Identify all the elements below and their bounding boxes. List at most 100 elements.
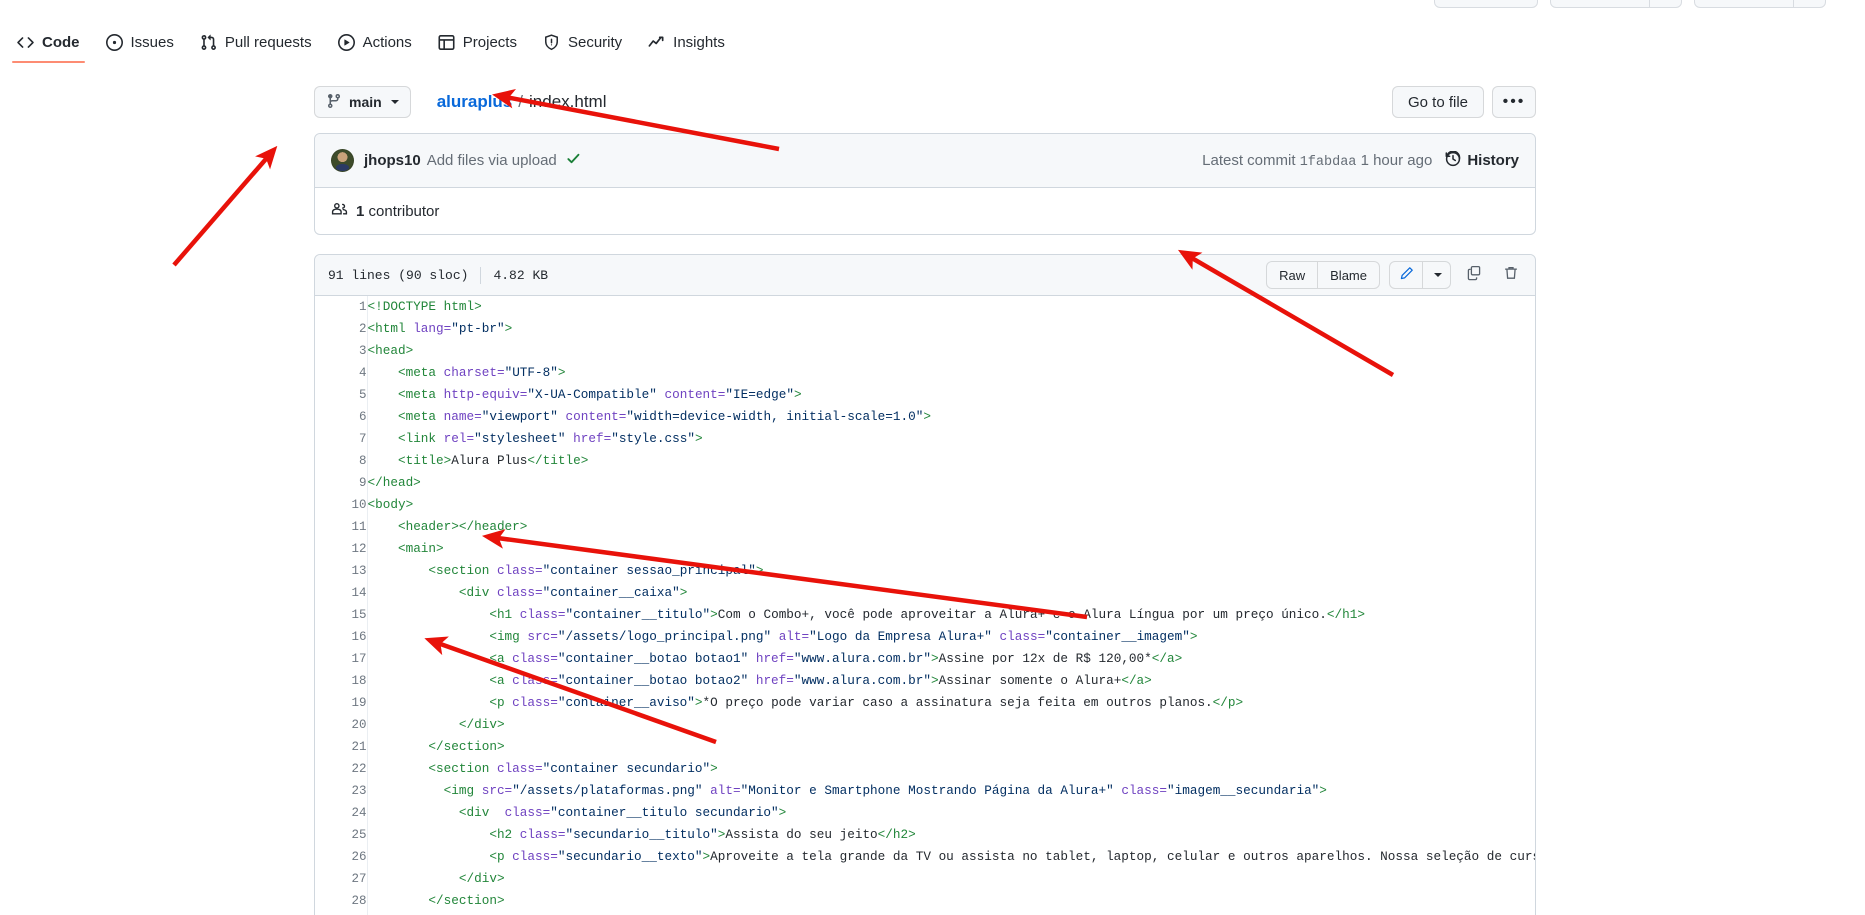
- code-line: 18 <a class="container__botao botao2" hr…: [315, 670, 1535, 692]
- line-content: </head>: [367, 475, 421, 490]
- line-number[interactable]: 7: [315, 428, 368, 450]
- line-number[interactable]: 12: [315, 538, 368, 560]
- nav-tab-actions[interactable]: Actions: [325, 26, 425, 59]
- line-number[interactable]: 8: [315, 450, 368, 472]
- file-size: 4.82 KB: [493, 267, 549, 283]
- copy-button[interactable]: [1460, 261, 1488, 289]
- line-content: <meta name="viewport" content="width=dev…: [397, 409, 931, 424]
- commit-info-box: jhops10 Add files via upload Latest comm…: [314, 133, 1536, 235]
- latest-commit-prefix: Latest commit: [1202, 151, 1296, 169]
- line-number[interactable]: 24: [315, 802, 368, 824]
- nav-tab-label: Pull requests: [224, 34, 312, 51]
- ref-row: main aluraplus / index.html Go to file •…: [314, 84, 1536, 120]
- line-number[interactable]: 1: [315, 296, 368, 318]
- line-number[interactable]: 22: [315, 758, 368, 780]
- nav-tab-code[interactable]: Code: [4, 26, 93, 63]
- line-number[interactable]: 26: [315, 846, 368, 868]
- raw-button[interactable]: Raw: [1266, 261, 1318, 289]
- line-content: <img src="/assets/logo_principal.png" al…: [489, 629, 1198, 644]
- code-line: 19 <p class="container__aviso">*O preço …: [315, 692, 1535, 714]
- nav-tab-label: Code: [42, 34, 80, 51]
- go-to-file-button[interactable]: Go to file: [1391, 86, 1484, 118]
- history-link[interactable]: History: [1445, 149, 1519, 171]
- commit-message-link[interactable]: Add files via upload: [427, 152, 557, 169]
- line-number[interactable]: 28: [315, 890, 368, 912]
- code-line: 8 <title>Alura Plus</title>: [315, 450, 1535, 472]
- line-number[interactable]: 16: [315, 626, 368, 648]
- line-content: <img src="/assets/plataformas.png" alt="…: [443, 783, 1327, 798]
- more-options-button[interactable]: •••: [1492, 86, 1536, 118]
- line-content: <h1 class="container__titulo">Com o Comb…: [489, 607, 1365, 622]
- nav-tab-label: Issues: [130, 34, 174, 51]
- nav-tab-issues[interactable]: Issues: [93, 26, 187, 59]
- trash-icon: [1503, 265, 1519, 286]
- commit-sha[interactable]: 1fabdaa: [1300, 155, 1357, 170]
- line-number[interactable]: 25: [315, 824, 368, 846]
- contributors-count: 1: [356, 202, 365, 220]
- chevron-down-icon: [1433, 273, 1442, 277]
- line-number[interactable]: 11: [315, 516, 368, 538]
- line-content: </div>: [458, 717, 505, 732]
- nav-tab-label: Insights: [673, 34, 725, 51]
- line-number[interactable]: 4: [315, 362, 368, 384]
- line-number[interactable]: 14: [315, 582, 368, 604]
- line-number[interactable]: 13: [315, 560, 368, 582]
- line-content: <section class="container secundario">: [428, 761, 718, 776]
- history-label: History: [1467, 152, 1519, 169]
- line-number[interactable]: 3: [315, 340, 368, 362]
- line-content: <head>: [367, 343, 414, 358]
- code-content[interactable]: 1 <!DOCTYPE html> 2 <html lang="pt-br"> 3 <he…: [315, 296, 1535, 915]
- code-line: 7 <link rel="stylesheet" href="style.css…: [315, 428, 1535, 450]
- edit-split-button: [1389, 261, 1451, 289]
- line-content: <title>Alura Plus</title>: [397, 453, 589, 468]
- nav-tab-label: Security: [567, 34, 623, 51]
- line-content: <p class="container__aviso">*O preço pod…: [489, 695, 1244, 710]
- clipped-button-star[interactable]: [1694, 0, 1826, 8]
- nav-tab-security[interactable]: Security: [530, 26, 635, 59]
- commit-author-link[interactable]: jhops10: [364, 152, 421, 169]
- code-line: 10 <body>: [315, 494, 1535, 516]
- contributors-label[interactable]: 1 contributor: [356, 203, 439, 220]
- line-number[interactable]: 15: [315, 604, 368, 626]
- line-number[interactable]: 18: [315, 670, 368, 692]
- line-content: <a class="container__botao botao2" href=…: [489, 673, 1152, 688]
- line-content: <body>: [367, 497, 414, 512]
- code-line: 2 <html lang="pt-br">: [315, 318, 1535, 340]
- line-number[interactable]: 10: [315, 494, 368, 516]
- code-line: 17 <a class="container__botao botao1" hr…: [315, 648, 1535, 670]
- graph-icon: [648, 34, 665, 51]
- line-number[interactable]: 5: [315, 384, 368, 406]
- blame-button[interactable]: Blame: [1317, 261, 1380, 289]
- line-number[interactable]: 21: [315, 736, 368, 758]
- line-content: <!DOCTYPE html>: [367, 299, 482, 314]
- delete-button[interactable]: [1497, 261, 1525, 289]
- nav-tab-insights[interactable]: Insights: [635, 26, 738, 59]
- file-line-count: 91 lines (90 sloc): [328, 267, 469, 283]
- edit-button[interactable]: [1389, 261, 1423, 289]
- nav-tab-projects[interactable]: Projects: [425, 26, 530, 59]
- line-number[interactable]: 19: [315, 692, 368, 714]
- code-line: 12 <main>: [315, 538, 1535, 560]
- line-number[interactable]: 20: [315, 714, 368, 736]
- line-content: <meta charset="UTF-8">: [397, 365, 566, 380]
- code-table: 1 <!DOCTYPE html> 2 <html lang="pt-br"> 3 <he…: [315, 296, 1535, 915]
- line-number[interactable]: 17: [315, 648, 368, 670]
- line-content: <a class="container__botao botao1" href=…: [489, 651, 1183, 666]
- breadcrumb-repo-link[interactable]: aluraplus: [437, 92, 513, 112]
- code-line: 26 <p class="secundario__texto">Aproveit…: [315, 846, 1535, 868]
- git-branch-icon: [326, 93, 342, 112]
- line-number[interactable]: 2: [315, 318, 368, 340]
- clipped-button-fork[interactable]: [1550, 0, 1682, 8]
- line-number[interactable]: 23: [315, 780, 368, 802]
- line-content: <p class="secundario__texto">Aproveite a…: [489, 849, 1535, 864]
- branch-selector-button[interactable]: main: [314, 86, 411, 118]
- clipped-button-watch[interactable]: [1434, 0, 1538, 8]
- contributors-row: 1 contributor: [315, 188, 1535, 234]
- nav-tab-pull-requests[interactable]: Pull requests: [187, 26, 325, 59]
- line-number[interactable]: 27: [315, 868, 368, 890]
- breadcrumb-separator: /: [518, 92, 524, 111]
- line-number[interactable]: 9: [315, 472, 368, 494]
- avatar[interactable]: [331, 149, 354, 172]
- line-number[interactable]: 6: [315, 406, 368, 428]
- edit-dropdown-button[interactable]: [1423, 261, 1451, 289]
